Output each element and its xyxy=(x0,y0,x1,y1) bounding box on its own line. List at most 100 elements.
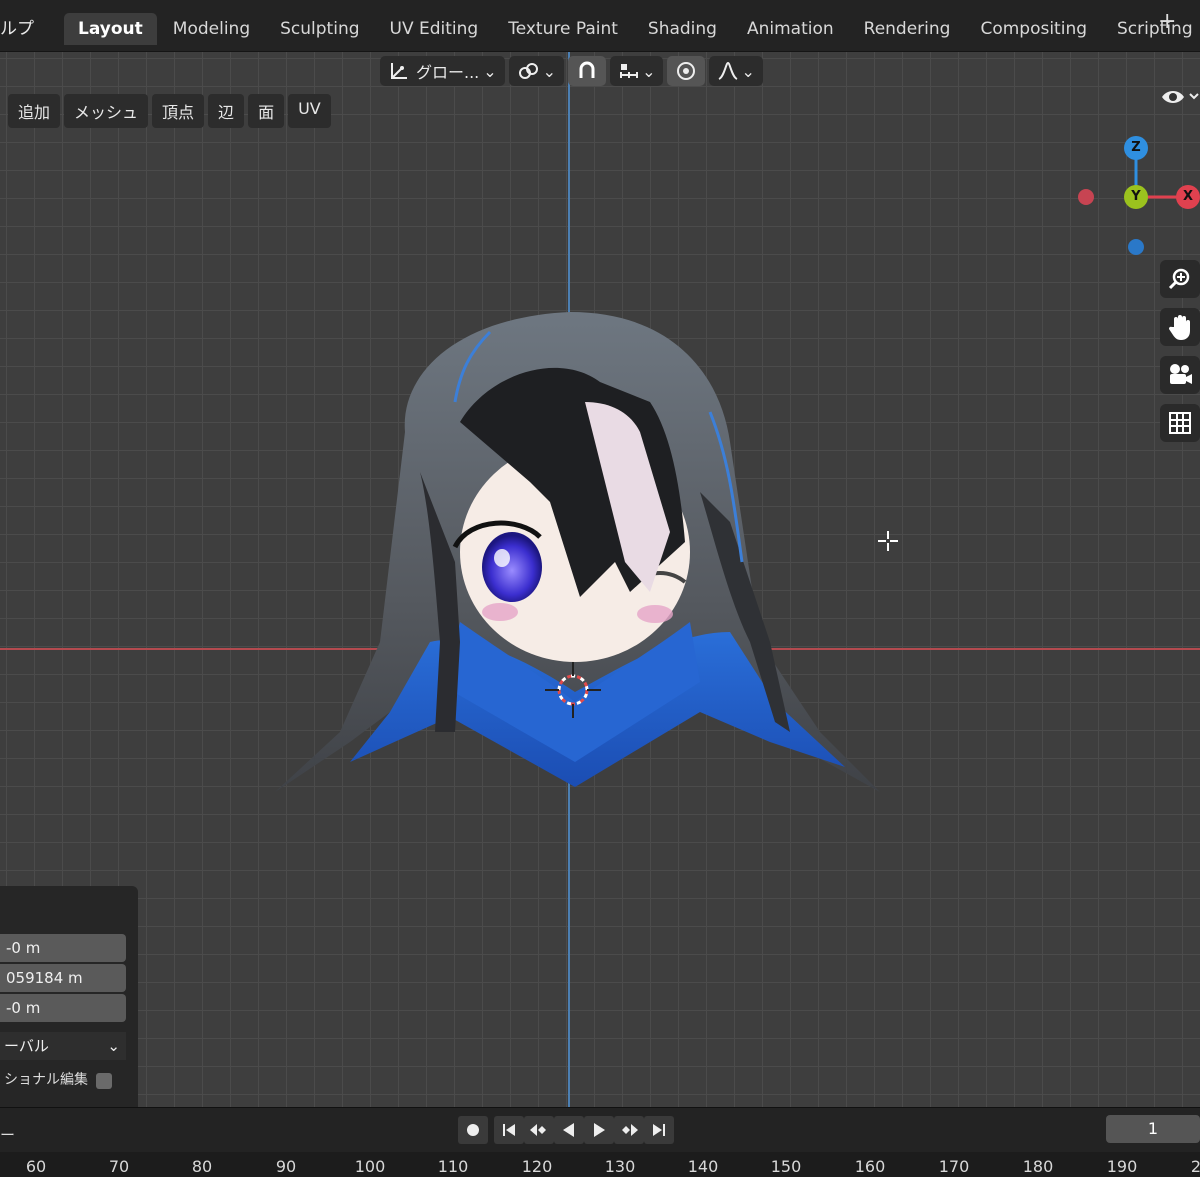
frame-tick: 180 xyxy=(1022,1157,1054,1176)
move-y-field[interactable]: 059184 m xyxy=(0,964,126,992)
tab-scripting[interactable]: Scripting xyxy=(1103,13,1200,45)
chevron-down-icon: ⌄ xyxy=(741,61,755,81)
frame-tick: 190 xyxy=(1106,1157,1138,1176)
jump-start-button[interactable] xyxy=(494,1116,524,1144)
gizmo-neg-z-axis[interactable] xyxy=(1128,239,1144,255)
frame-tick: 70 xyxy=(108,1157,130,1176)
magnet-icon xyxy=(579,61,595,78)
camera-icon xyxy=(1170,364,1192,384)
frame-tick: 60 xyxy=(25,1157,47,1176)
falloff-curve-icon xyxy=(718,61,739,80)
orientation-value: ーバル xyxy=(4,1037,49,1055)
menu-vertex[interactable]: 頂点 xyxy=(152,94,205,128)
transform-orientation-dropdown[interactable]: グロー... ⌄ xyxy=(380,56,505,86)
current-frame-field[interactable]: 1 xyxy=(1106,1115,1200,1143)
menu-edge[interactable]: 辺 xyxy=(208,94,245,128)
workspace-tabs: Layout Modeling Sculpting UV Editing Tex… xyxy=(64,13,1200,45)
play-reverse-button[interactable] xyxy=(554,1116,584,1144)
proportional-edit-checkbox[interactable]: ショナル編集 xyxy=(0,1066,126,1094)
proportional-edit-label: ショナル編集 xyxy=(4,1072,88,1088)
viewport-header-tools: グロー... ⌄ ⌄ ⌄ ⌄ xyxy=(380,56,763,86)
next-keyframe-button[interactable] xyxy=(614,1116,644,1144)
hand-icon xyxy=(1168,315,1190,340)
zoom-button[interactable] xyxy=(1160,260,1200,298)
proportional-edit-icon xyxy=(677,62,696,80)
chevron-down-icon: ⌄ xyxy=(107,1037,120,1055)
checkbox-box[interactable] xyxy=(96,1073,112,1089)
proportional-edit-toggle[interactable] xyxy=(667,56,706,86)
timeline-menu-fragment[interactable]: ー xyxy=(0,1124,15,1145)
tab-texture-paint[interactable]: Texture Paint xyxy=(494,13,632,45)
frame-tick: 170 xyxy=(938,1157,970,1176)
tab-compositing[interactable]: Compositing xyxy=(966,13,1101,45)
frame-tick: 130 xyxy=(604,1157,636,1176)
object-visibility-dropdown[interactable] xyxy=(1160,84,1200,114)
orientation-select[interactable]: ーバル ⌄ xyxy=(0,1032,126,1060)
grid-icon xyxy=(1169,412,1191,434)
next-keyframe-icon xyxy=(622,1124,638,1136)
3d-viewport[interactable]: グロー... ⌄ ⌄ ⌄ ⌄ 追加 メッシュ 頂点 辺 面 UV Z Y X -… xyxy=(0,52,1200,1107)
orientation-label: グロー... xyxy=(416,63,480,82)
edit-mode-menu: 追加 メッシュ 頂点 辺 面 UV xyxy=(8,94,331,128)
navigation-gizmo[interactable]: Z Y X xyxy=(1070,132,1200,262)
eye-icon xyxy=(1162,91,1199,103)
gizmo-y-axis[interactable]: Y xyxy=(1124,185,1148,209)
play-icon xyxy=(594,1123,605,1137)
perspective-toggle-button[interactable] xyxy=(1160,404,1200,442)
falloff-dropdown[interactable]: ⌄ xyxy=(709,56,763,86)
tab-modeling[interactable]: Modeling xyxy=(159,13,264,45)
frame-tick: 90 xyxy=(275,1157,297,1176)
last-operation-panel: -0 m 059184 m -0 m ーバル ⌄ ショナル編集 xyxy=(0,886,138,1107)
tab-shading[interactable]: Shading xyxy=(634,13,731,45)
jump-end-icon xyxy=(653,1124,665,1136)
magnifier-plus-icon xyxy=(1168,268,1190,290)
play-reverse-icon xyxy=(563,1123,574,1137)
gizmo-z-axis[interactable]: Z xyxy=(1124,136,1148,160)
snap-target-dropdown[interactable]: ⌄ xyxy=(610,56,664,86)
play-button[interactable] xyxy=(584,1116,614,1144)
tab-animation[interactable]: Animation xyxy=(733,13,848,45)
frame-ruler[interactable]: 60 70 80 90 100 110 120 130 140 150 160 … xyxy=(0,1152,1200,1177)
link-icon xyxy=(518,63,538,79)
frame-tick: 80 xyxy=(191,1157,213,1176)
orientation-gizmo-icon xyxy=(391,63,407,79)
timeline: ー 1 60 70 80 90 100 110 120 130 140 150 … xyxy=(0,1107,1200,1177)
frame-tick: 150 xyxy=(770,1157,802,1176)
move-x-field[interactable]: -0 m xyxy=(0,934,126,962)
tab-layout[interactable]: Layout xyxy=(64,13,157,45)
add-workspace-button[interactable]: + xyxy=(1158,9,1176,34)
menu-mesh[interactable]: メッシュ xyxy=(64,94,149,128)
gizmo-x-axis[interactable]: X xyxy=(1176,185,1200,209)
menu-uv[interactable]: UV xyxy=(288,94,331,128)
chevron-down-icon: ⌄ xyxy=(642,61,656,81)
snap-toggle[interactable] xyxy=(568,56,607,86)
tab-uv-editing[interactable]: UV Editing xyxy=(376,13,493,45)
jump-end-button[interactable] xyxy=(644,1116,674,1144)
menu-add[interactable]: 追加 xyxy=(8,94,61,128)
camera-view-button[interactable] xyxy=(1160,356,1200,394)
chevron-down-icon: ⌄ xyxy=(542,61,557,81)
record-button[interactable] xyxy=(458,1116,488,1144)
frame-tick: 2 xyxy=(1190,1157,1200,1176)
jump-start-icon xyxy=(503,1124,515,1136)
frame-tick: 110 xyxy=(437,1157,469,1176)
tab-rendering[interactable]: Rendering xyxy=(850,13,965,45)
frame-tick: 100 xyxy=(354,1157,386,1176)
character-model[interactable] xyxy=(230,262,930,822)
pan-button[interactable] xyxy=(1160,308,1200,346)
tab-sculpting[interactable]: Sculpting xyxy=(266,13,373,45)
prev-keyframe-icon xyxy=(530,1124,546,1136)
pivot-point-dropdown[interactable]: ⌄ xyxy=(508,56,565,86)
move-z-field[interactable]: -0 m xyxy=(0,994,126,1022)
frame-tick: 120 xyxy=(521,1157,553,1176)
workspace-bar: ルプ Layout Modeling Sculpting UV Editing … xyxy=(0,0,1200,52)
help-menu-fragment[interactable]: ルプ xyxy=(0,14,34,39)
menu-face[interactable]: 面 xyxy=(248,94,285,128)
chevron-down-icon: ⌄ xyxy=(483,61,497,81)
prev-keyframe-button[interactable] xyxy=(524,1116,554,1144)
snap-increment-icon xyxy=(620,64,639,78)
frame-tick: 140 xyxy=(687,1157,719,1176)
gizmo-neg-x-axis[interactable] xyxy=(1078,189,1094,205)
frame-tick: 160 xyxy=(854,1157,886,1176)
record-icon xyxy=(467,1124,479,1136)
